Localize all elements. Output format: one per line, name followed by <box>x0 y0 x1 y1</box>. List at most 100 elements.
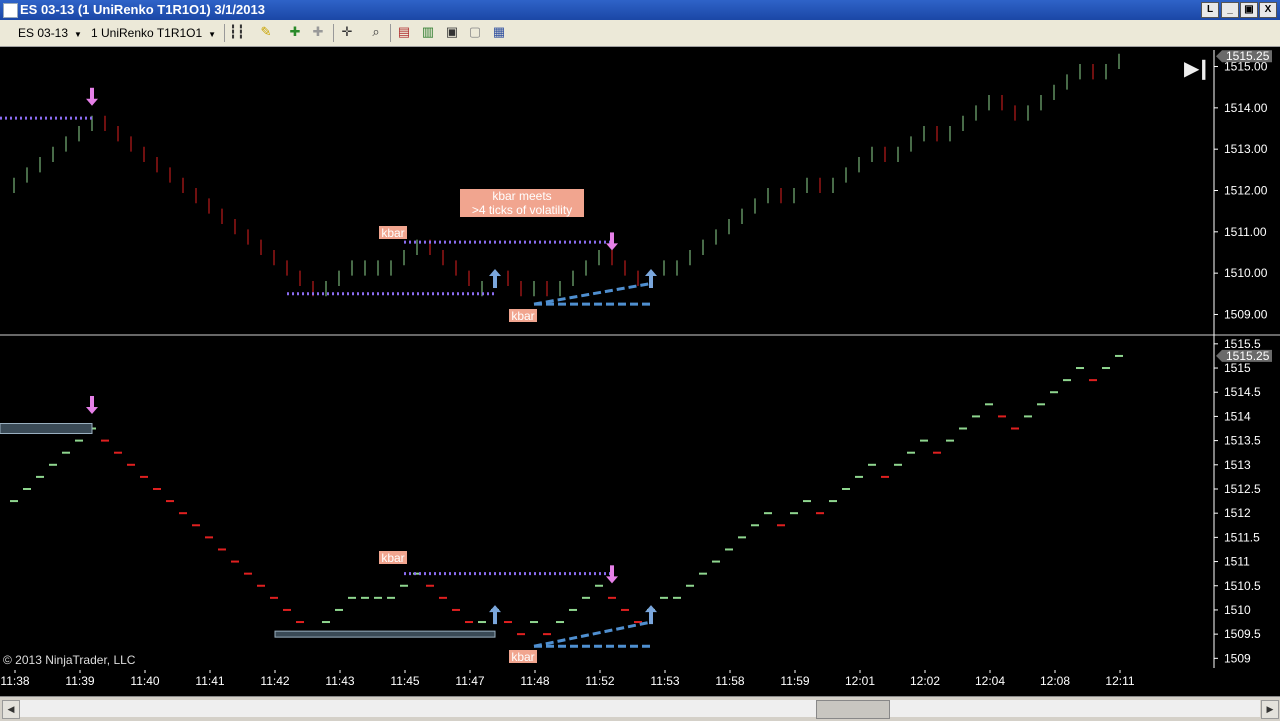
lower-price-label: 1513.5 <box>1224 434 1261 448</box>
lower-price-label: 1515 <box>1224 361 1251 375</box>
chart-area[interactable]: 1515.001514.001513.001512.001511.001510.… <box>0 46 1280 696</box>
lower-down-arrow-head <box>606 576 618 584</box>
time-label: 12:01 <box>845 674 875 688</box>
bar-style-icon[interactable]: ┇┇ <box>229 24 245 40</box>
close-button[interactable]: X <box>1259 2 1277 18</box>
lower-price-label: 1511.5 <box>1224 530 1260 544</box>
lower-price-axis: 1515.515151514.515141513.515131512.51512… <box>1214 337 1272 665</box>
lower-renko-bars <box>10 354 1123 636</box>
pencil-icon[interactable]: ✎ <box>258 24 274 40</box>
time-label: 12:04 <box>975 674 1005 688</box>
time-axis: 11:38 11:39 11:40 11:41 11:42 11:43 11:45 11:47… <box>0 670 1135 688</box>
time-label: 12:02 <box>910 674 940 688</box>
lower-kbar-label-1: kbar <box>381 551 404 565</box>
time-label: 11:40 <box>130 674 159 688</box>
upper-price-label: 1514.00 <box>1224 101 1268 115</box>
chevron-down-icon: ▼ <box>208 30 217 39</box>
lower-down-arrow-shaft <box>610 565 614 578</box>
upper-up-arrow-head <box>489 269 501 277</box>
period-label: 1 UniRenko T1R1O1 <box>91 26 203 40</box>
strategies-icon[interactable]: ▥ <box>420 24 436 40</box>
time-label: 11:59 <box>780 674 809 688</box>
time-label: 11:45 <box>390 674 419 688</box>
lower-price-label: 1511 <box>1224 555 1250 569</box>
app-icon <box>3 3 18 18</box>
time-label: 11:48 <box>520 674 549 688</box>
title-bar: ES 03-13 (1 UniRenko T1R1O1) 3/1/2013 L … <box>0 0 1280 20</box>
scroll-thumb[interactable] <box>816 700 890 719</box>
lower-price-label: 1509 <box>1224 651 1251 665</box>
scroll-left-icon[interactable]: ◀ <box>2 700 20 719</box>
zoom-out-icon[interactable]: ✚ <box>310 24 326 40</box>
time-label: 11:58 <box>715 674 744 688</box>
instrument-label: ES 03-13 <box>18 26 69 40</box>
upper-kbar-label-2: kbar <box>511 309 534 323</box>
lower-price-label: 1513 <box>1224 458 1251 472</box>
upper-dashed-level <box>533 282 652 306</box>
lower-price-label: 1510 <box>1224 603 1251 617</box>
chart-toolbar: ES 03-13 ▼ 1 UniRenko T1R1O1 ▼ ┇┇ ✎ ✚ ✚ ✛ … <box>0 20 1280 47</box>
toolbar-divider <box>390 24 391 42</box>
volatility-annotation-line1: kbar meets <box>492 189 551 203</box>
lower-level-box <box>274 630 496 638</box>
upper-price-label: 1510.00 <box>1224 266 1268 280</box>
time-label: 11:47 <box>455 674 484 688</box>
lower-up-arrow-head <box>645 605 657 613</box>
upper-price-label: 1512.00 <box>1224 184 1268 198</box>
period-dropdown[interactable]: 1 UniRenko T1R1O1 ▼ <box>91 26 216 40</box>
upper-up-arrow-shaft <box>493 275 497 289</box>
copyright-notice: © 2013 NinjaTrader, LLC <box>3 653 136 667</box>
volatility-annotation-line2: >4 ticks of volatility <box>472 203 572 217</box>
toolbar-divider <box>224 24 225 42</box>
crosshair-icon[interactable]: ✛ <box>339 24 355 40</box>
lower-price-label: 1514.5 <box>1224 385 1261 399</box>
window-title: ES 03-13 (1 UniRenko T1R1O1) 3/1/2013 <box>20 2 265 17</box>
link-button[interactable]: L <box>1201 2 1219 18</box>
time-label: 11:52 <box>585 674 614 688</box>
lower-down-arrow-shaft <box>90 395 94 408</box>
go-to-last-bar-icon[interactable]: ▶❙ <box>1184 56 1212 81</box>
minimize-button[interactable]: _ <box>1221 2 1239 18</box>
upper-down-arrow-head <box>606 243 618 251</box>
upper-up-arrow-shaft <box>649 275 653 289</box>
data-box-icon[interactable]: ▢ <box>467 24 483 40</box>
lower-price-label: 1510.5 <box>1224 579 1261 593</box>
chevron-down-icon: ▼ <box>74 30 82 39</box>
scroll-right-icon[interactable]: ▶ <box>1261 700 1279 719</box>
lower-down-arrow-head <box>86 406 98 414</box>
lower-kbar-label-2: kbar <box>511 650 534 664</box>
upper-down-arrow-head <box>86 98 98 106</box>
upper-price-label: 1511.00 <box>1224 225 1267 239</box>
upper-renko-bars <box>13 53 1120 297</box>
search-icon[interactable]: ⌕ <box>368 24 384 40</box>
lower-up-arrow-shaft <box>493 611 497 625</box>
maximize-button[interactable]: ▣ <box>1240 2 1258 18</box>
upper-up-arrow-head <box>645 269 657 277</box>
lower-last-price-label: 1515.25 <box>1226 349 1270 363</box>
lower-price-label: 1512 <box>1224 506 1251 520</box>
time-label: 11:53 <box>650 674 679 688</box>
upper-down-arrow-shaft <box>610 232 614 245</box>
scroll-track[interactable] <box>20 700 1260 717</box>
panel-icon[interactable]: ▦ <box>491 24 507 40</box>
indicators-icon[interactable]: ▤ <box>396 24 412 40</box>
time-label: 11:41 <box>195 674 224 688</box>
upper-last-price-label: 1515.25 <box>1226 49 1270 63</box>
time-label: 12:08 <box>1040 674 1070 688</box>
lower-up-arrow-shaft <box>649 611 653 625</box>
lower-dashed-level <box>533 620 652 648</box>
chart-properties-icon[interactable]: ▣ <box>444 24 460 40</box>
zoom-in-icon[interactable]: ✚ <box>287 24 303 40</box>
time-label: 12:11 <box>1105 674 1134 688</box>
time-label: 11:43 <box>325 674 354 688</box>
lower-price-label: 1509.5 <box>1224 627 1261 641</box>
lower-price-label: 1512.5 <box>1224 482 1261 496</box>
upper-price-label: 1509.00 <box>1224 307 1268 321</box>
upper-price-label: 1513.00 <box>1224 142 1268 156</box>
toolbar-divider <box>333 24 334 42</box>
horizontal-scrollbar[interactable]: ◀ ▶ <box>0 696 1280 721</box>
instrument-dropdown[interactable]: ES 03-13 ▼ <box>18 26 82 40</box>
lower-level-box <box>0 423 93 435</box>
upper-price-axis: 1515.001514.001513.001512.001511.001510.… <box>1214 49 1272 321</box>
upper-kbar-label-1: kbar <box>381 226 404 240</box>
